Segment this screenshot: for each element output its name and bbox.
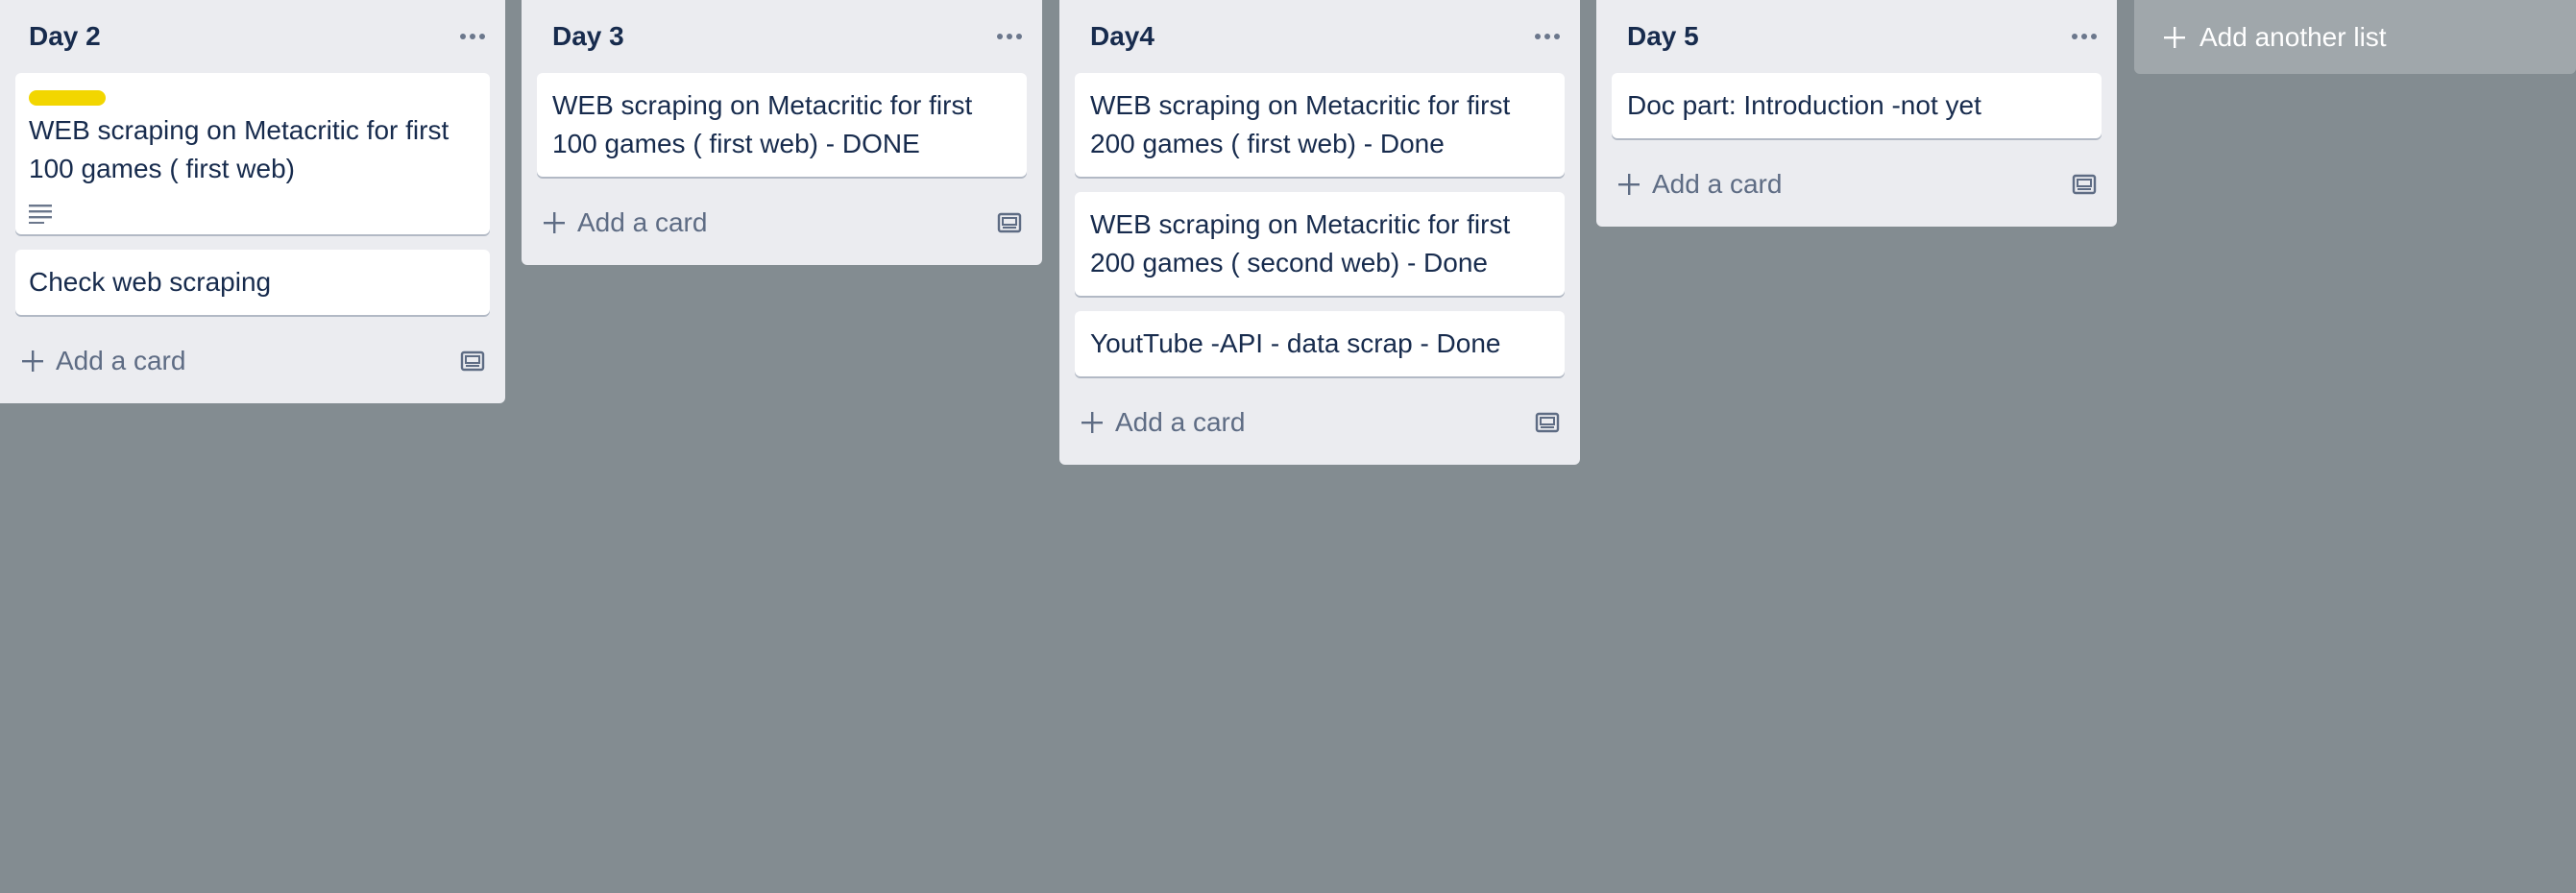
list-header: Day 5 <box>1612 0 2102 73</box>
plus-icon <box>22 350 43 372</box>
card-template-icon <box>2072 174 2097 195</box>
card-template-icon <box>997 212 1022 233</box>
card-title: WEB scraping on Metacritic for first 200… <box>1090 90 1511 158</box>
list-menu-button[interactable] <box>1526 15 1568 58</box>
plus-icon <box>544 212 565 233</box>
description-icon <box>29 196 474 224</box>
more-horizontal-icon <box>997 34 1022 39</box>
create-from-template-button[interactable] <box>992 205 1027 240</box>
add-card-button[interactable]: Add a card <box>1075 407 1245 438</box>
add-card-label: Add a card <box>56 346 186 375</box>
card-template-icon <box>1535 412 1560 433</box>
card-title: YoutTube -API - data scrap - Done <box>1090 328 1501 358</box>
create-from-template-button[interactable] <box>2067 167 2102 202</box>
card-title: Doc part: Introduction -not yet <box>1627 90 1981 120</box>
more-horizontal-icon <box>460 34 485 39</box>
card[interactable]: YoutTube -API - data scrap - Done <box>1075 311 1565 376</box>
card-title: WEB scraping on Metacritic for first 200… <box>1090 209 1511 278</box>
list-menu-button[interactable] <box>988 15 1031 58</box>
list-day-4: Day4 WEB scraping on Metacritic for firs… <box>1059 0 1580 465</box>
card-template-icon <box>460 350 485 372</box>
card-label-yellow[interactable] <box>29 90 106 106</box>
list-menu-button[interactable] <box>2063 15 2105 58</box>
list-menu-button[interactable] <box>451 15 494 58</box>
list-header: Day4 <box>1075 0 1565 73</box>
add-card-button[interactable]: Add a card <box>537 207 707 238</box>
more-horizontal-icon <box>2072 34 2097 39</box>
add-card-button[interactable]: Add a card <box>1612 169 1782 200</box>
add-card-button[interactable]: Add a card <box>15 346 185 376</box>
add-card-row: Add a card <box>1075 392 1565 453</box>
add-card-label: Add a card <box>577 207 708 237</box>
card[interactable]: WEB scraping on Metacritic for first 100… <box>537 73 1027 177</box>
card-title: Check web scraping <box>29 267 272 297</box>
board: Day 2 WEB scraping on Metacritic for fir… <box>0 0 2576 893</box>
list-day-5: Day 5 Doc part: Introduction -not yet Ad… <box>1596 0 2117 227</box>
card[interactable]: Check web scraping <box>15 250 490 315</box>
list-header: Day 3 <box>537 0 1027 73</box>
card-title: WEB scraping on Metacritic for first 100… <box>29 115 450 183</box>
plus-icon <box>1618 174 1640 195</box>
list-day-2: Day 2 WEB scraping on Metacritic for fir… <box>0 0 505 403</box>
plus-icon <box>2164 26 2185 48</box>
card-title: WEB scraping on Metacritic for first 100… <box>552 90 973 158</box>
plus-icon <box>1081 412 1103 433</box>
card[interactable]: WEB scraping on Metacritic for first 100… <box>15 73 490 234</box>
list-title[interactable]: Day 5 <box>1612 21 1699 52</box>
list-header: Day 2 <box>0 0 490 73</box>
create-from-template-button[interactable] <box>455 344 490 378</box>
add-another-list-label: Add another list <box>2199 21 2387 52</box>
card[interactable]: WEB scraping on Metacritic for first 200… <box>1075 192 1565 296</box>
add-card-label: Add a card <box>1115 407 1246 437</box>
add-card-row: Add a card <box>537 192 1027 253</box>
card[interactable]: WEB scraping on Metacritic for first 200… <box>1075 73 1565 177</box>
add-card-label: Add a card <box>1652 169 1783 199</box>
add-card-row: Add a card <box>1612 154 2102 215</box>
add-card-row: Add a card <box>0 330 490 392</box>
list-title[interactable]: Day4 <box>1075 21 1154 52</box>
list-title[interactable]: Day 3 <box>537 21 624 52</box>
list-day-3: Day 3 WEB scraping on Metacritic for fir… <box>522 0 1042 265</box>
add-another-list-button[interactable]: Add another list <box>2134 0 2576 74</box>
more-horizontal-icon <box>1535 34 1560 39</box>
list-title[interactable]: Day 2 <box>0 21 101 52</box>
create-from-template-button[interactable] <box>1530 405 1565 440</box>
card[interactable]: Doc part: Introduction -not yet <box>1612 73 2102 138</box>
